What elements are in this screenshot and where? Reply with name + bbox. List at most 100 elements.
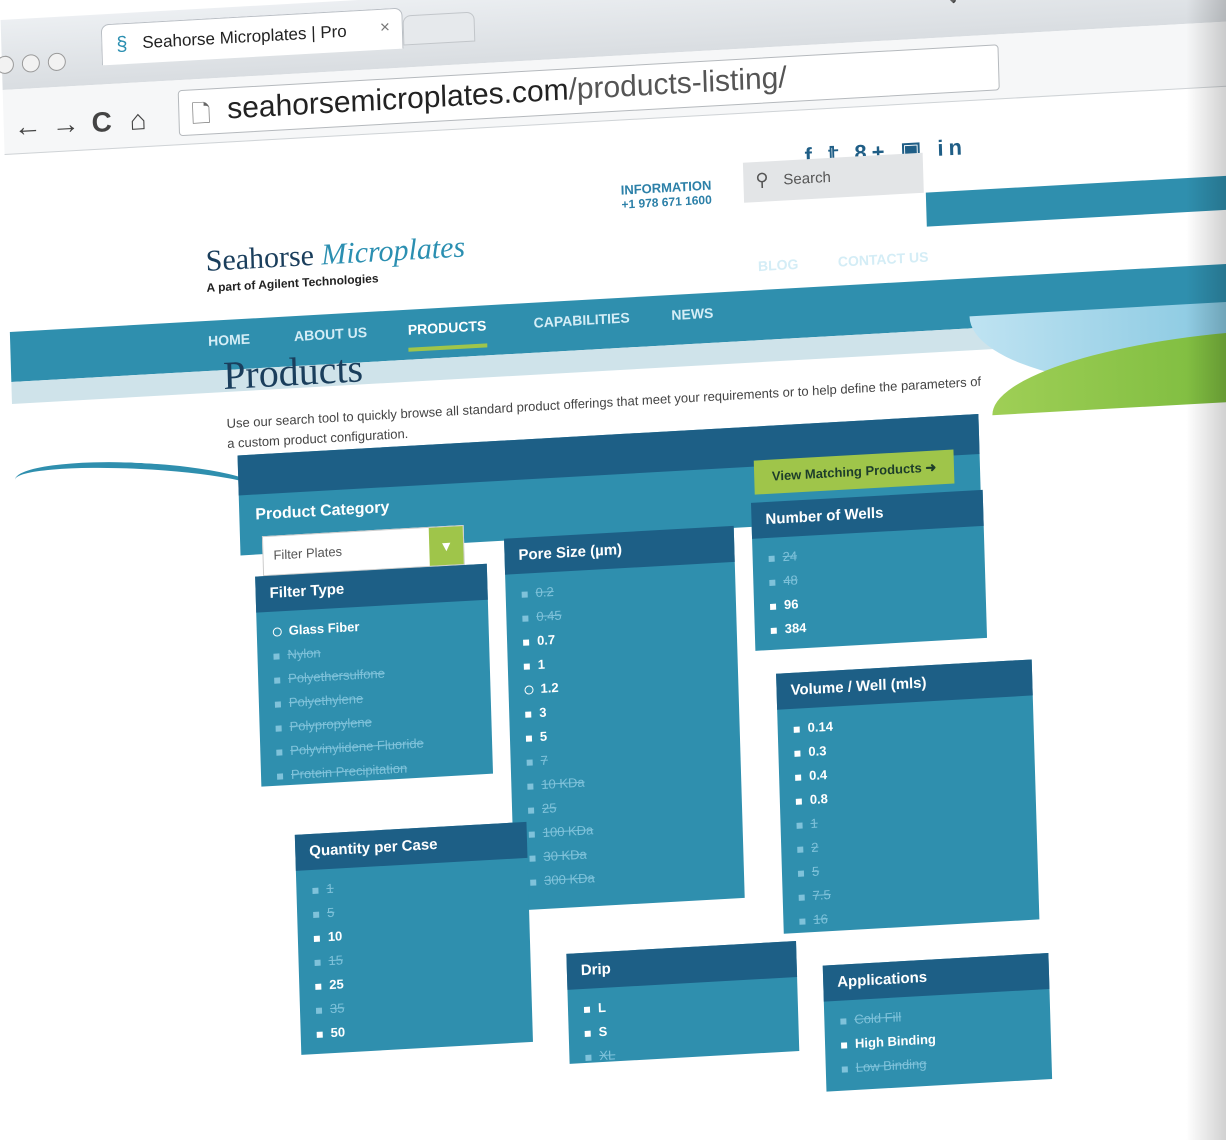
nav-news[interactable]: NEWS	[671, 305, 713, 323]
nav-contact-us[interactable]: CONTACT US	[838, 249, 929, 270]
bullet-icon	[313, 935, 320, 942]
back-icon[interactable]: ←	[13, 110, 42, 144]
home-icon[interactable]: ⌂	[129, 104, 147, 137]
bullet-icon	[315, 1007, 323, 1014]
bullet-icon	[585, 1054, 592, 1061]
filter-option-label: 30 KDa	[543, 846, 588, 864]
filter-option-label: 2	[811, 839, 819, 856]
filter-option-list: 0.14 0.3 0.4 0.8 1 2 5 7.5 16	[777, 695, 1039, 941]
filter-option-label: 0.45	[536, 607, 562, 625]
bullet-icon	[274, 700, 282, 708]
filter-option-label: 0.14	[807, 718, 834, 736]
filter-option-label: 15	[328, 952, 344, 969]
filter-option-label: 300 KDa	[543, 870, 595, 888]
bullet-icon	[841, 1065, 848, 1073]
filter-type-box: Filter Type Glass Fiber Nylon Polyethersulf…	[255, 563, 494, 787]
tab-title: Seahorse Microplates | Pro	[141, 21, 347, 53]
nav-home[interactable]: HOME	[208, 331, 250, 349]
filter-option-label: Glass Fiber	[288, 618, 360, 638]
decorative-swoosh-left	[13, 456, 266, 516]
filter-option-list: 1 5 10 15 25 35 50	[296, 858, 533, 1055]
arrow-circle-icon: ➜	[925, 459, 937, 476]
bullet-icon	[276, 748, 283, 756]
page-icon: 🗋	[191, 100, 212, 129]
reload-icon[interactable]: C	[91, 106, 112, 139]
browser-window: § Seahorse Microplates | Pro × 🔍 ☆ ← → C…	[0, 0, 1226, 1140]
bullet-icon	[530, 879, 537, 886]
bullet-icon	[798, 894, 805, 901]
filter-option-label: 0.3	[808, 743, 827, 760]
site-search-input[interactable]: ⚲ Search	[742, 152, 924, 203]
bullet-icon	[797, 846, 804, 853]
bullet-icon	[316, 1031, 323, 1038]
filter-option-label: 100 KDa	[542, 822, 594, 840]
filter-option-label: 35	[329, 1000, 345, 1017]
filter-option-label: 1.2	[540, 679, 559, 696]
filter-option-label: 5	[539, 728, 548, 745]
filter-option-label: L	[597, 999, 607, 1016]
filter-option-label: 3	[538, 704, 547, 721]
filter-option-label: 10 KDa	[541, 774, 585, 793]
filter-option-label: 96	[783, 596, 799, 613]
filter-option-label: 5	[811, 863, 820, 880]
header-band	[925, 175, 1226, 227]
filter-option-list: Cold Fill High Binding Low Binding	[824, 989, 1052, 1090]
filter-option-label: XL	[599, 1047, 616, 1064]
bullet-icon	[523, 663, 530, 670]
pore-size-box: Pore Size (µm) 0.2 0.45 0.7 1 1.2 3 5 7 10 KDa 25 1…	[504, 525, 745, 911]
filter-option-label: Polyvinylidene Fluoride	[290, 735, 425, 758]
nav-products[interactable]: PRODUCTS	[407, 317, 487, 352]
filter-option-label: 1	[326, 880, 334, 897]
filter-option-label: 10	[327, 928, 343, 945]
filter-option-label: 25	[329, 976, 344, 993]
logo-name-b: Microplates	[320, 230, 466, 272]
filter-option-label: 7.5	[812, 887, 831, 904]
site-logo[interactable]: Seahorse Microplates A part of Agilent T…	[205, 230, 466, 294]
forward-icon[interactable]: →	[51, 108, 80, 142]
filter-option-label: 5	[326, 904, 335, 921]
quantity-per-case-box: Quantity per Case 1 5 10 15 25 35 50	[294, 821, 533, 1055]
info-block: INFORMATION +1 978 671 1600	[620, 178, 711, 212]
radio-selected-icon	[524, 685, 534, 695]
bullet-icon	[274, 676, 281, 684]
bullet-icon	[794, 750, 801, 757]
filter-option-label: 0.2	[535, 584, 554, 601]
bullet-icon	[314, 959, 321, 966]
window-shadow	[1186, 0, 1226, 1140]
filter-option-list: 24 48 96 384	[752, 526, 987, 651]
filter-option-list: L S XL	[567, 977, 799, 1078]
filter-option-label: Polyethersulfone	[287, 665, 386, 686]
bullet-icon	[796, 822, 803, 829]
search-icon: ⚲	[755, 169, 769, 191]
filter-option-label: 48	[783, 572, 798, 589]
bullet-icon	[521, 591, 528, 598]
bullet-icon	[584, 1030, 591, 1037]
chevron-down-icon[interactable]: ▼	[428, 525, 464, 566]
filter-option-label: Protein Precipitation	[290, 760, 408, 782]
tab-close-icon[interactable]: ×	[380, 17, 391, 38]
filter-option-label: 24	[782, 548, 798, 565]
bullet-icon	[276, 772, 284, 780]
bullet-icon	[768, 555, 775, 562]
filter-option-label: Low Binding	[855, 1055, 927, 1075]
filter-option-label: 1	[537, 656, 546, 673]
filter-option-label: 16	[813, 911, 829, 928]
filter-option-label: 1	[810, 815, 818, 832]
new-tab-button[interactable]	[402, 11, 476, 46]
bullet-icon	[528, 807, 535, 814]
bullet-icon	[529, 855, 536, 862]
filter-option-label: Cold Fill	[854, 1009, 902, 1027]
bullet-icon	[525, 735, 533, 742]
bullet-icon	[797, 870, 805, 877]
drip-box: Drip L S XL	[566, 941, 800, 1064]
bullet-icon	[769, 579, 776, 586]
bullet-icon	[313, 911, 320, 918]
filter-option-list: 0.2 0.45 0.7 1 1.2 3 5 7 10 KDa 25 100 KDa 30 KDa 30…	[505, 562, 744, 903]
filter-option-label: Polyethylene	[288, 690, 364, 710]
seahorse-favicon-icon: §	[116, 32, 128, 56]
bullet-icon	[841, 1041, 848, 1049]
applications-box: Applications Cold Fill High Binding Low Bin…	[822, 952, 1053, 1092]
bullet-icon	[583, 1006, 591, 1013]
nav-blog[interactable]: BLOG	[758, 256, 799, 274]
bullet-icon	[528, 831, 535, 838]
